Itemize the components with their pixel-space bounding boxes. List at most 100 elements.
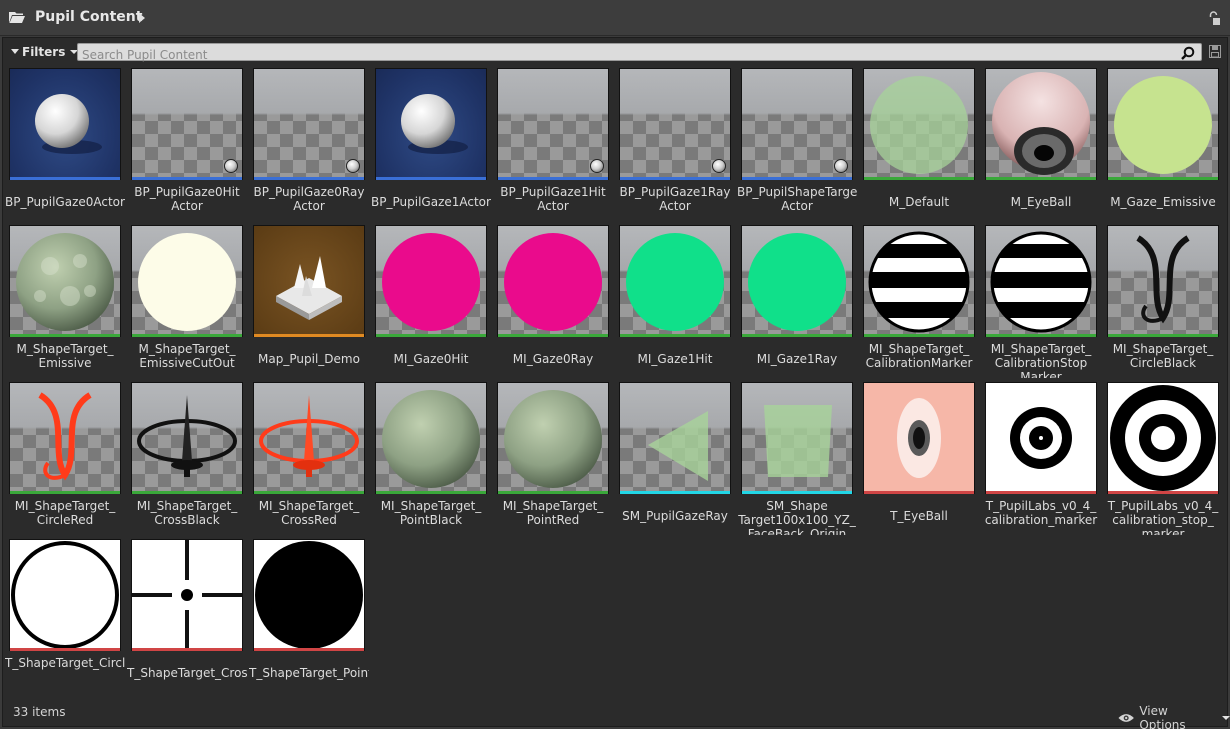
blue-sphere-preview (376, 69, 486, 179)
asset-type-color-bar (864, 177, 974, 180)
asset-label: T_ShapeTarget_Point (249, 666, 369, 680)
save-search-icon[interactable] (1209, 45, 1221, 58)
translucent-green-preview (864, 69, 974, 179)
breadcrumb-arrow-icon[interactable] (139, 13, 145, 23)
asset-thumbnail[interactable] (863, 225, 975, 337)
filters-button[interactable]: Filters (11, 43, 79, 61)
asset-label: M_ShapeTarget_ EmissiveCutOut (138, 342, 236, 370)
asset-type-color-bar (864, 334, 974, 337)
asset-grid: BP_PupilGaze0Actor BP_PupilGaze0Hit Actor… (5, 68, 1224, 688)
asset-type-color-bar (620, 334, 730, 337)
asset-type-color-bar (10, 648, 120, 651)
asset-type-color-bar (1108, 334, 1218, 337)
asset-thumbnail[interactable] (9, 68, 121, 180)
asset-thumbnail[interactable] (985, 68, 1097, 180)
floor-ball-preview (498, 69, 608, 179)
asset-thumbnail[interactable] (375, 68, 487, 180)
asset-thumbnail[interactable] (497, 382, 609, 494)
asset-type-color-bar (376, 334, 486, 337)
asset-type-color-bar (742, 334, 852, 337)
asset-type-color-bar (986, 334, 1096, 337)
asset-type-color-bar (498, 491, 608, 494)
asset-label: MI_ShapeTarget_ CircleRed (14, 499, 116, 527)
ring-preview (10, 540, 120, 650)
asset-thumbnail[interactable] (741, 382, 853, 494)
target-large-preview (1108, 383, 1218, 493)
asset-thumbnail[interactable] (131, 382, 243, 494)
asset-label: MI_ShapeTarget_ CrossBlack (136, 499, 238, 527)
magenta-sphere-preview (498, 226, 608, 336)
target-small-preview (986, 383, 1096, 493)
asset-label: T_EyeBall (890, 509, 948, 523)
asset-thumbnail[interactable] (131, 68, 243, 180)
asset-thumbnail[interactable] (9, 539, 121, 651)
search-box[interactable] (77, 43, 1202, 63)
asset-label: M_ShapeTarget_ Emissive (16, 342, 114, 370)
asset-type-color-bar (986, 491, 1096, 494)
chevron-down-icon (1222, 716, 1230, 720)
view-options-button[interactable]: View Options (1118, 704, 1230, 729)
disc-preview (254, 540, 364, 650)
asset-type-color-bar (376, 177, 486, 180)
asset-type-color-bar (132, 334, 242, 337)
asset-type-color-bar (254, 491, 364, 494)
asset-thumbnail[interactable] (253, 382, 365, 494)
asset-thumbnail[interactable] (1107, 68, 1219, 180)
asset-label: BP_PupilShapeTarget Actor (737, 185, 857, 213)
asset-type-color-bar (10, 491, 120, 494)
crosshair-preview (132, 540, 242, 650)
asset-thumbnail[interactable] (497, 225, 609, 337)
asset-thumbnail[interactable] (619, 68, 731, 180)
asset-type-color-bar (620, 177, 730, 180)
asset-thumbnail[interactable] (619, 382, 731, 494)
asset-thumbnail[interactable] (741, 68, 853, 180)
asset-thumbnail[interactable] (131, 539, 243, 651)
asset-type-color-bar (498, 334, 608, 337)
black-sphere-preview (376, 383, 486, 493)
asset-label: MI_ShapeTarget_ CalibrationMarker (865, 342, 973, 370)
asset-thumbnail[interactable] (9, 382, 121, 494)
ribbon-red-preview (10, 383, 120, 493)
asset-thumbnail[interactable] (741, 225, 853, 337)
asset-label: SM_Shape Target100x100_YZ_ FaceBack_Orig… (738, 499, 856, 535)
eyeball-preview (986, 69, 1096, 179)
funnel-icon (11, 48, 19, 54)
asset-thumbnail[interactable] (375, 382, 487, 494)
asset-thumbnail[interactable] (497, 68, 609, 180)
asset-label: BP_PupilGaze0Hit Actor (134, 185, 240, 213)
cream-sphere-preview (132, 226, 242, 336)
asset-thumbnail[interactable] (375, 225, 487, 337)
asset-thumbnail[interactable] (985, 225, 1097, 337)
search-icon[interactable] (1181, 46, 1195, 60)
green-sphere-preview (742, 226, 852, 336)
folder-open-icon (9, 12, 25, 23)
asset-thumbnail[interactable] (985, 382, 1097, 494)
asset-label: T_ShapeTarget_Cross (127, 666, 247, 680)
asset-type-color-bar (1108, 491, 1218, 494)
asset-label: SM_PupilGazeRay (622, 509, 728, 523)
asset-thumbnail[interactable] (131, 225, 243, 337)
lock-icon[interactable] (1208, 11, 1220, 25)
asset-label: T_ShapeTarget_Circle (5, 656, 125, 670)
cone-preview (620, 383, 730, 493)
item-count: 33 items (13, 705, 66, 719)
asset-thumbnail[interactable] (1107, 382, 1219, 494)
asset-thumbnail[interactable] (863, 68, 975, 180)
map-preview (254, 226, 364, 336)
actor-ball-icon (712, 159, 726, 173)
asset-label: BP_PupilGaze1Hit Actor (500, 185, 606, 213)
asset-type-color-bar (10, 177, 120, 180)
asset-thumbnail[interactable] (1107, 225, 1219, 337)
asset-type-color-bar (864, 491, 974, 494)
asset-thumbnail[interactable] (253, 539, 365, 651)
search-input[interactable] (78, 47, 1168, 63)
asset-thumbnail[interactable] (253, 68, 365, 180)
asset-thumbnail[interactable] (863, 382, 975, 494)
asset-thumbnail[interactable] (253, 225, 365, 337)
striped-preview (986, 226, 1096, 336)
asset-thumbnail[interactable] (619, 225, 731, 337)
green-sphere-preview (620, 226, 730, 336)
asset-label: MI_ShapeTarget_ CalibrationStop Marker (990, 342, 1092, 378)
asset-type-color-bar (742, 491, 852, 494)
asset-thumbnail[interactable] (9, 225, 121, 337)
